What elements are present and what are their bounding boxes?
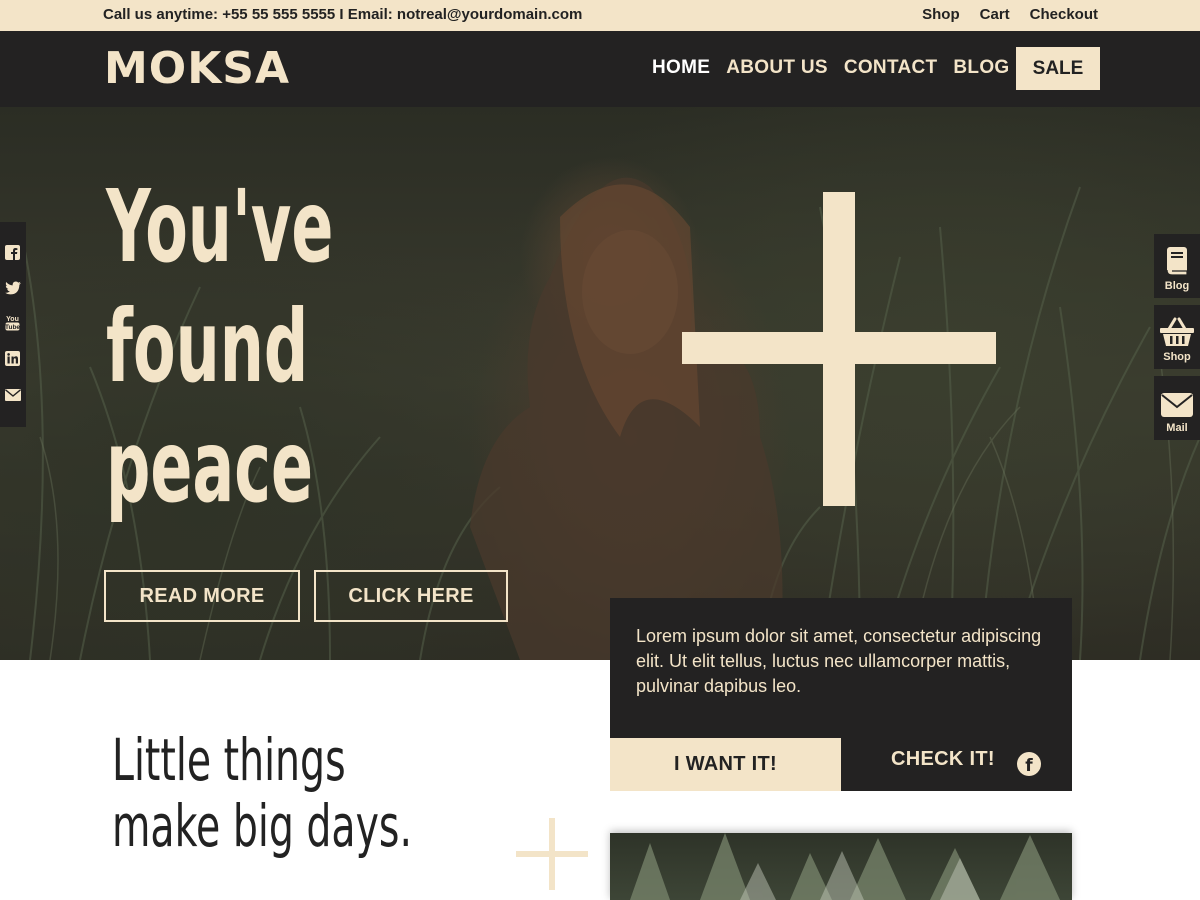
top-links: Shop Cart Checkout <box>922 6 1098 23</box>
blog-widget[interactable]: Blog <box>1154 234 1200 298</box>
checkout-link[interactable]: Checkout <box>1030 6 1098 23</box>
check-it-button[interactable]: CHECK IT! <box>891 748 995 771</box>
nav-about-us[interactable]: ABOUT US <box>726 57 828 79</box>
mail-widget[interactable]: Mail <box>1154 376 1200 440</box>
twitter-icon[interactable] <box>4 279 21 296</box>
hero-section: You've found peace READ MORE CLICK HERE <box>0 107 1200 660</box>
click-here-button[interactable]: CLICK HERE <box>314 570 508 622</box>
plus-decoration <box>682 192 996 506</box>
read-more-button[interactable]: READ MORE <box>104 570 300 622</box>
tagline-line: Little things <box>112 726 346 794</box>
facebook-icon[interactable]: f <box>1017 752 1041 776</box>
svg-text:Tube: Tube <box>5 324 20 331</box>
svg-text:You: You <box>6 316 19 323</box>
social-sidebar: You Tube <box>0 222 26 427</box>
youtube-icon[interactable]: You Tube <box>4 314 21 331</box>
top-bar: Call us anytime: +55 55 555 5555 I Email… <box>0 0 1200 31</box>
nav-home[interactable]: HOME <box>652 57 710 79</box>
hero-title-line: peace <box>106 408 314 525</box>
facebook-icon[interactable] <box>4 244 21 261</box>
envelope-icon <box>1161 393 1193 417</box>
hero-title: You've found peace <box>106 167 333 527</box>
hero-title-line: found <box>106 288 309 405</box>
book-icon <box>1166 247 1188 276</box>
basket-icon <box>1160 317 1194 346</box>
shop-widget-label: Shop <box>1163 351 1191 363</box>
shop-link[interactable]: Shop <box>922 6 960 23</box>
i-want-it-button[interactable]: I WANT IT! <box>610 738 841 791</box>
tagline-line: make big days. <box>112 792 413 860</box>
cart-link[interactable]: Cart <box>980 6 1010 23</box>
main-nav: HOME ABOUT US CONTACT BLOG <box>652 57 1010 79</box>
sale-button[interactable]: SALE <box>1016 47 1100 90</box>
promo-card-text: Lorem ipsum dolor sit amet, consectetur … <box>636 626 1042 696</box>
linkedin-icon[interactable] <box>4 350 21 367</box>
hero-title-line: You've <box>106 168 334 285</box>
mail-widget-label: Mail <box>1166 422 1188 434</box>
small-plus-decoration <box>516 818 588 890</box>
mail-icon[interactable] <box>4 386 21 403</box>
tagline-heading: Little things make big days. <box>112 727 412 859</box>
promo-card: Lorem ipsum dolor sit amet, consectetur … <box>610 598 1072 791</box>
nav-contact[interactable]: CONTACT <box>844 57 938 79</box>
site-header: MOKSA HOME ABOUT US CONTACT BLOG SALE <box>0 31 1200 107</box>
site-logo[interactable]: MOKSA <box>104 43 290 94</box>
nav-blog[interactable]: BLOG <box>953 57 1009 79</box>
contact-info: Call us anytime: +55 55 555 5555 I Email… <box>103 6 583 23</box>
shop-widget[interactable]: Shop <box>1154 305 1200 369</box>
facebook-glyph: f <box>1025 756 1033 776</box>
blog-widget-label: Blog <box>1164 280 1190 292</box>
forest-image <box>610 833 1072 900</box>
